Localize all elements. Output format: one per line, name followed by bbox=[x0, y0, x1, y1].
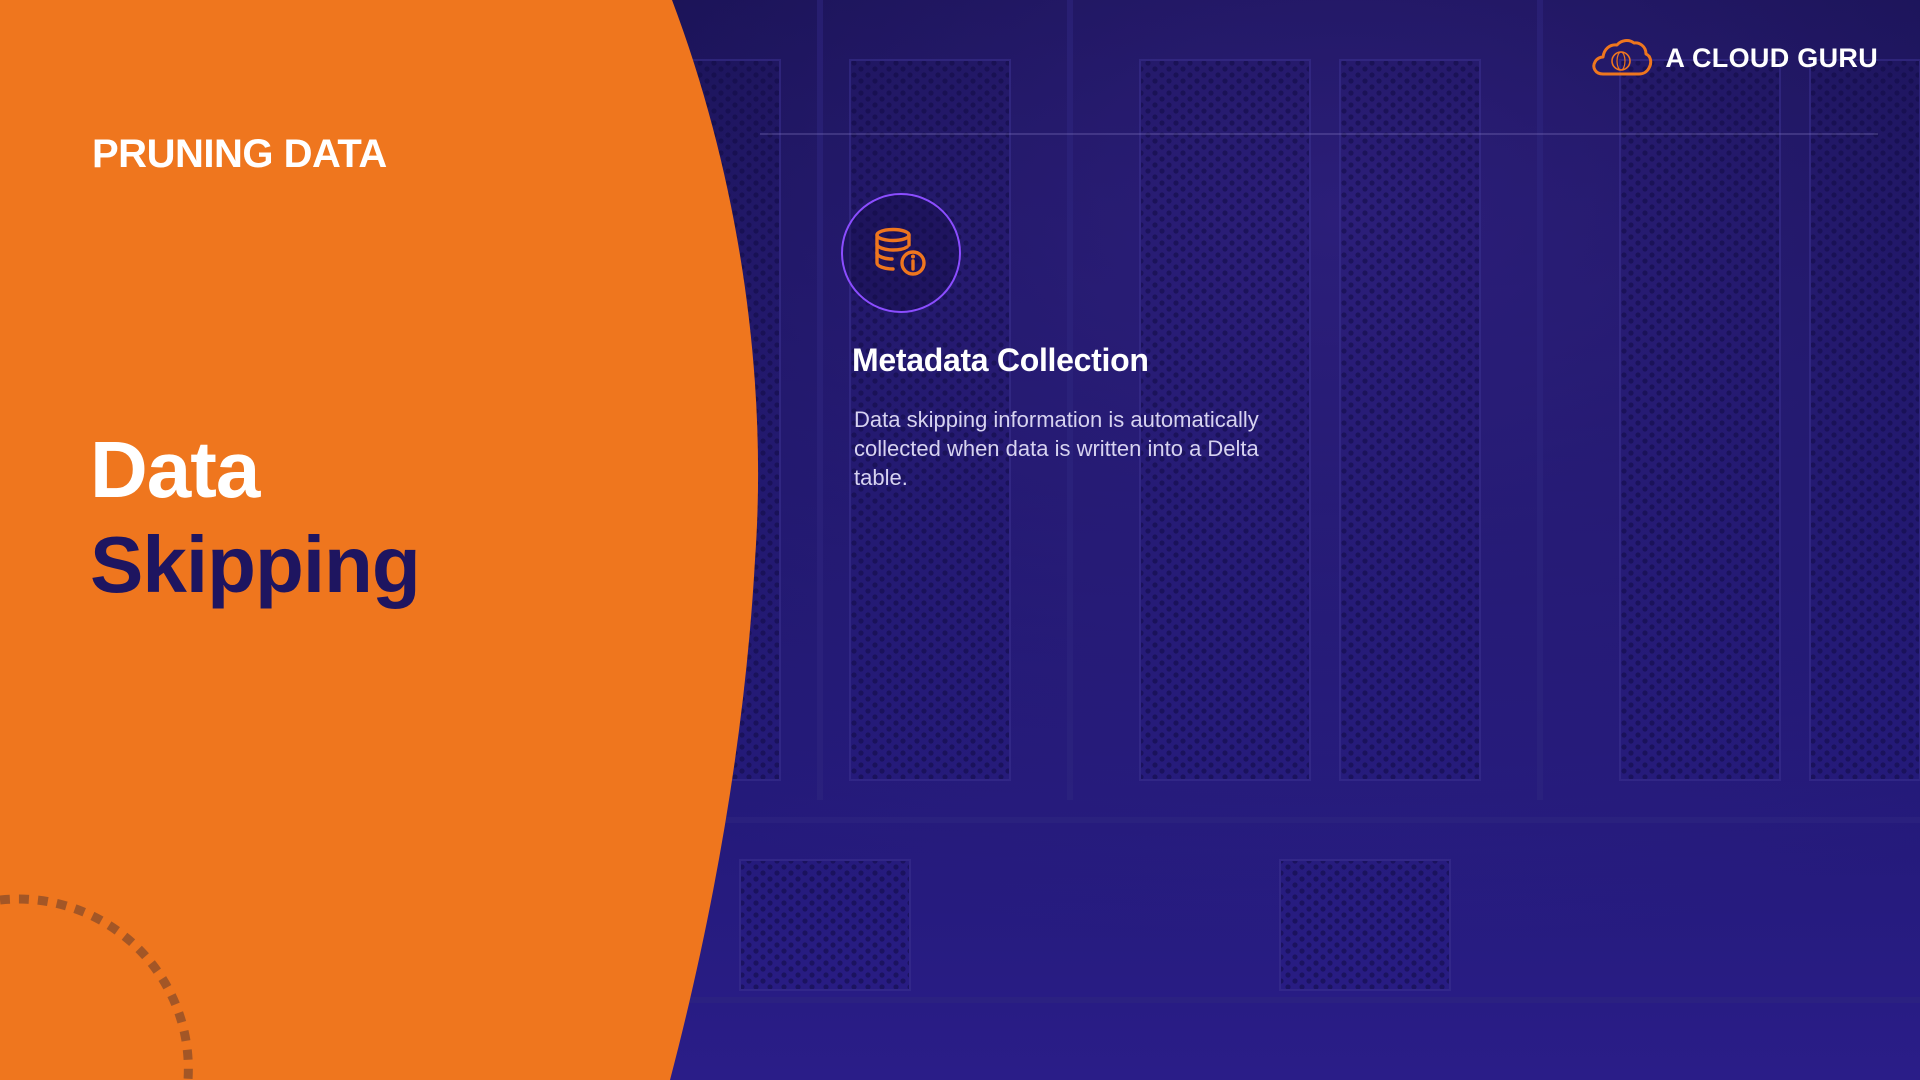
database-info-icon bbox=[875, 227, 926, 276]
slide: PRUNING DATA Data Skipping A CLOUD GURU bbox=[0, 0, 1920, 1080]
slide-title-line-1: Data bbox=[90, 425, 260, 514]
cloud-logo-icon bbox=[1592, 39, 1653, 76]
section-label: PRUNING DATA bbox=[92, 132, 387, 176]
icon-ring bbox=[841, 193, 961, 313]
brand-name: A CLOUD GURU bbox=[1665, 42, 1878, 73]
server-rack-background bbox=[640, 0, 1920, 1003]
card-body-text: Data skipping information is automatical… bbox=[854, 407, 1259, 490]
card-title: Metadata Collection bbox=[852, 342, 1149, 378]
brand-logo: A CLOUD GURU bbox=[1589, 36, 1878, 80]
slide-title-line-2: Skipping bbox=[90, 520, 421, 609]
dotted-arc-decoration bbox=[0, 894, 193, 1080]
header-divider bbox=[760, 133, 1878, 135]
